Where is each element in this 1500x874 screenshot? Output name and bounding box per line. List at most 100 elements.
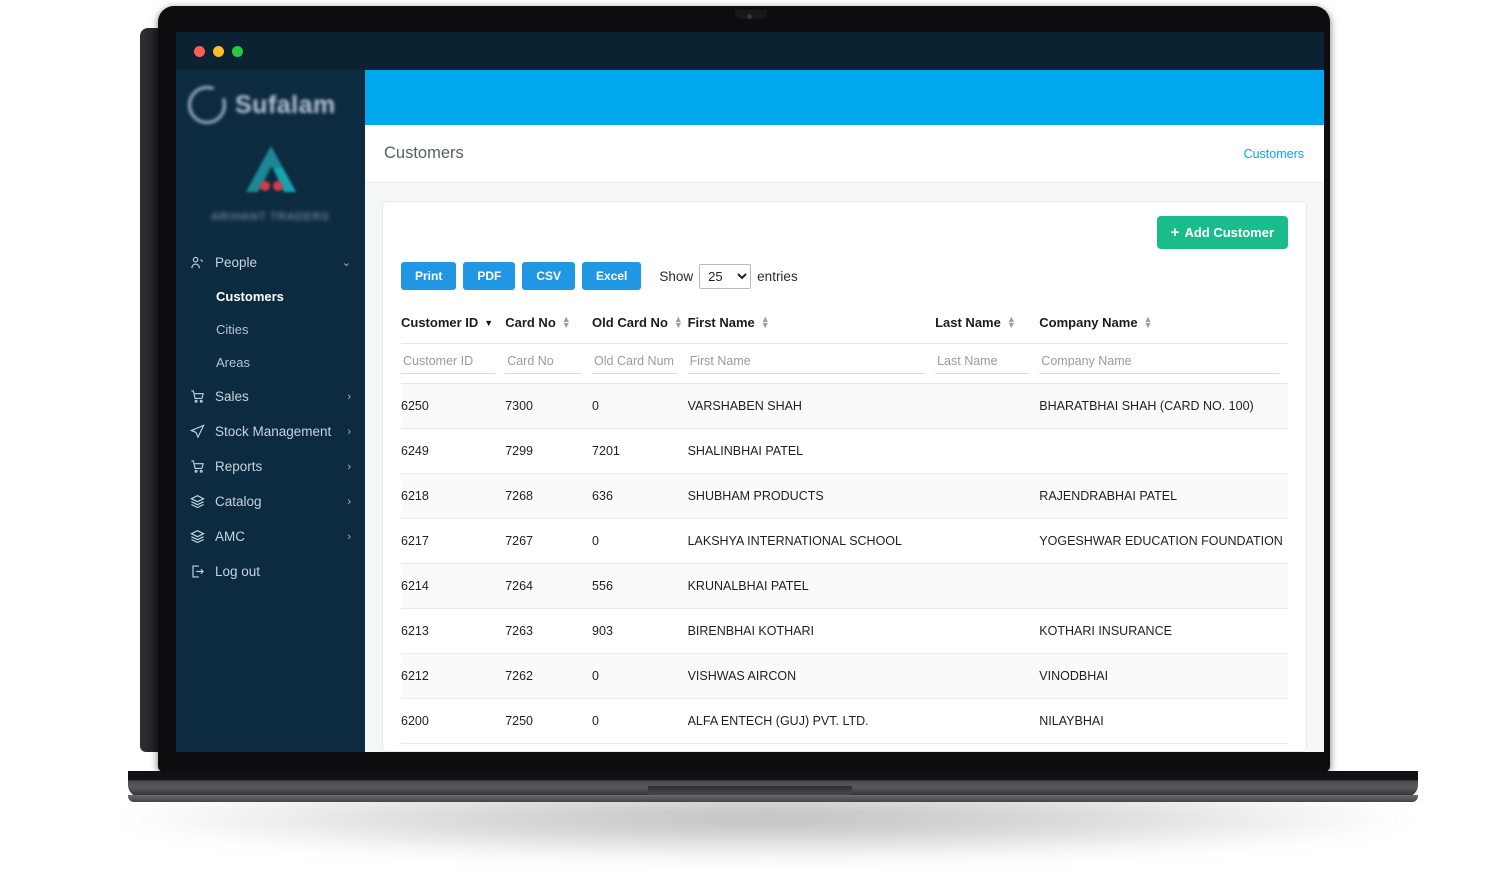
table-filter-row xyxy=(401,343,1288,384)
table-row[interactable]: 6200 7250 0 ALFA ENTECH (GUJ) PVT. LTD. NILA… xyxy=(401,698,1288,744)
cell-card_no: 7263 xyxy=(505,608,593,654)
column-header-last_name[interactable]: Last Name ▲ ▼ xyxy=(935,303,1040,344)
cell-last_name xyxy=(935,653,1040,699)
table-row[interactable]: 6217 7267 0 LAKSHYA INTERNATIONAL SCHOOL YOG… xyxy=(401,518,1288,564)
cell-old_card_no: 0 xyxy=(592,653,688,699)
layers-icon xyxy=(190,494,207,509)
sort-both-icon[interactable]: ▲ ▼ xyxy=(1144,315,1153,329)
sort-desc-icon[interactable]: ▼ xyxy=(484,318,493,328)
minimize-icon[interactable] xyxy=(213,45,224,57)
pdf-button[interactable]: PDF xyxy=(463,262,516,290)
sidebar-item-areas[interactable]: Areas xyxy=(176,346,365,379)
filter-input-customer_id[interactable] xyxy=(401,350,496,374)
cell-last_name xyxy=(935,608,1040,654)
print-button[interactable]: Print xyxy=(401,262,457,290)
sidebar-item-catalog[interactable]: Catalog › xyxy=(176,484,365,519)
chevron-right-icon: › xyxy=(347,425,351,438)
filter-input-first_name[interactable] xyxy=(687,350,926,374)
column-header-company_name[interactable]: Company Name ▲ ▼ xyxy=(1039,303,1288,344)
send-icon xyxy=(190,424,207,439)
filter-input-last_name[interactable] xyxy=(935,350,1030,374)
cell-first_name: VARSHABEN SHAH xyxy=(687,383,936,429)
table-row[interactable]: 621272620VISHWAS AIRCONVINODBHAI01234567… xyxy=(401,653,1288,699)
cell-old_card_no: 556 xyxy=(592,563,688,609)
column-header-label: Card No xyxy=(505,315,556,330)
cell-customer_id: 6200 xyxy=(401,698,506,744)
brand-name: Sufalam xyxy=(235,90,336,119)
cell-old_card_no: 0 xyxy=(592,698,688,744)
cell-first_name: VISHWAS AIRCON xyxy=(687,653,936,699)
cell-card_no: 7264 xyxy=(505,563,593,609)
page-header: Customers Customers xyxy=(365,125,1324,183)
sort-both-icon[interactable]: ▲ ▼ xyxy=(674,315,683,329)
cell-last_name xyxy=(935,428,1040,474)
column-header-first_name[interactable]: First Name ▲ ▼ xyxy=(687,303,936,344)
column-header-label: Last Name xyxy=(935,315,1001,330)
sidebar-item-label: AMC xyxy=(215,529,245,544)
maximize-icon[interactable] xyxy=(232,45,243,57)
table-row[interactable]: 6250 7300 0 VARSHABEN SHAH BHARATBHAI SHAH (… xyxy=(401,383,1288,429)
window-titlebar xyxy=(176,32,1324,70)
csv-button[interactable]: CSV xyxy=(522,262,576,290)
cell-card_no: 7299 xyxy=(505,428,593,474)
column-header-label: Customer ID xyxy=(401,315,479,330)
brand-logo-icon xyxy=(188,86,226,124)
cell-card_no: 7268 xyxy=(505,473,593,519)
sidebar-item-logout[interactable]: Log out xyxy=(176,554,365,589)
table-header-row: Customer ID ▼ Card No ▲ ▼ Old Card No ▲ ▼ First … xyxy=(401,303,1288,344)
sidebar-item-sales[interactable]: Sales › xyxy=(176,379,365,414)
column-header-old_card_no[interactable]: Old Card No ▲ ▼ xyxy=(592,303,688,344)
cell-customer_id: 6250 xyxy=(401,383,506,429)
excel-button[interactable]: Excel xyxy=(582,262,642,290)
chevron-right-icon: › xyxy=(347,495,351,508)
table-row[interactable]: 6213 7263 903 BIRENBHAI KOTHARI KOTHARI INSU… xyxy=(401,608,1288,654)
chevron-right-icon: › xyxy=(347,530,351,543)
show-entries-suffix: entries xyxy=(757,268,798,284)
sidebar-item-label: Stock Management xyxy=(215,424,332,439)
sidebar-item-reports[interactable]: Reports › xyxy=(176,449,365,484)
column-header-card_no[interactable]: Card No ▲ ▼ xyxy=(505,303,593,344)
cell-company_name: RAJENDRABHAI PATEL xyxy=(1039,473,1288,519)
sidebar-item-people[interactable]: People ⌄ xyxy=(176,245,365,280)
table-scroll-container[interactable]: Customer ID ▼ Card No ▲ ▼ Old Card No ▲ ▼ First … xyxy=(401,303,1288,744)
sidebar: Sufalam ARIHANT TRADERS People ⌄ Custome… xyxy=(176,70,365,752)
sidebar-item-amc[interactable]: AMC › xyxy=(176,519,365,554)
chevron-right-icon: › xyxy=(347,390,351,403)
cell-old_card_no: 7201 xyxy=(592,428,688,474)
cell-company_name xyxy=(1039,428,1288,474)
cell-old_card_no: 0 xyxy=(592,518,688,564)
table-row[interactable]: 62147264556KRUNALBHAI PATEL012345678 xyxy=(401,563,1288,609)
cell-last_name xyxy=(935,698,1040,744)
logout-icon xyxy=(190,564,207,579)
laptop-base-foot xyxy=(128,795,1418,802)
cell-first_name: SHUBHAM PRODUCTS xyxy=(687,473,936,519)
breadcrumb[interactable]: Customers xyxy=(1244,147,1304,161)
cell-customer_id: 6249 xyxy=(401,428,506,474)
filter-input-card_no[interactable] xyxy=(505,350,583,374)
filter-cell-first_name xyxy=(687,343,936,384)
table-row[interactable]: 624972997201SHALINBHAI PATEL012345678 xyxy=(401,428,1288,474)
sort-both-icon[interactable]: ▲ ▼ xyxy=(761,315,770,329)
add-customer-button[interactable]: + Add Customer xyxy=(1156,216,1288,249)
sidebar-item-customers[interactable]: Customers xyxy=(176,280,365,313)
column-header-customer_id[interactable]: Customer ID ▼ xyxy=(401,303,506,344)
sidebar-item-cities[interactable]: Cities xyxy=(176,313,365,346)
cell-old_card_no: 903 xyxy=(592,608,688,654)
sidebar-item-label: Log out xyxy=(215,564,261,579)
sidebar-item-stock-management[interactable]: Stock Management › xyxy=(176,414,365,449)
filter-input-company_name[interactable] xyxy=(1039,350,1279,374)
customers-table: Customer ID ▼ Card No ▲ ▼ Old Card No ▲ ▼ First … xyxy=(401,303,1288,744)
sort-both-icon[interactable]: ▲ ▼ xyxy=(1007,315,1016,329)
sort-both-icon[interactable]: ▲ ▼ xyxy=(562,315,571,329)
filter-input-old_card_no[interactable] xyxy=(592,350,678,374)
sidebar-item-label: Reports xyxy=(215,459,263,474)
organization-name: ARIHANT TRADERS xyxy=(211,211,330,223)
app-topbar xyxy=(365,70,1324,125)
entries-select[interactable]: 102550100 xyxy=(699,263,752,289)
filter-cell-old_card_no xyxy=(592,343,688,384)
table-row[interactable]: 6218 7268 636 SHUBHAM PRODUCTS RAJENDRABHAI … xyxy=(401,473,1288,519)
close-icon[interactable] xyxy=(194,45,205,57)
app-brand[interactable]: Sufalam xyxy=(176,70,365,132)
cell-company_name: VINODBHAI xyxy=(1039,653,1288,699)
column-header-label: Old Card No xyxy=(592,315,668,330)
